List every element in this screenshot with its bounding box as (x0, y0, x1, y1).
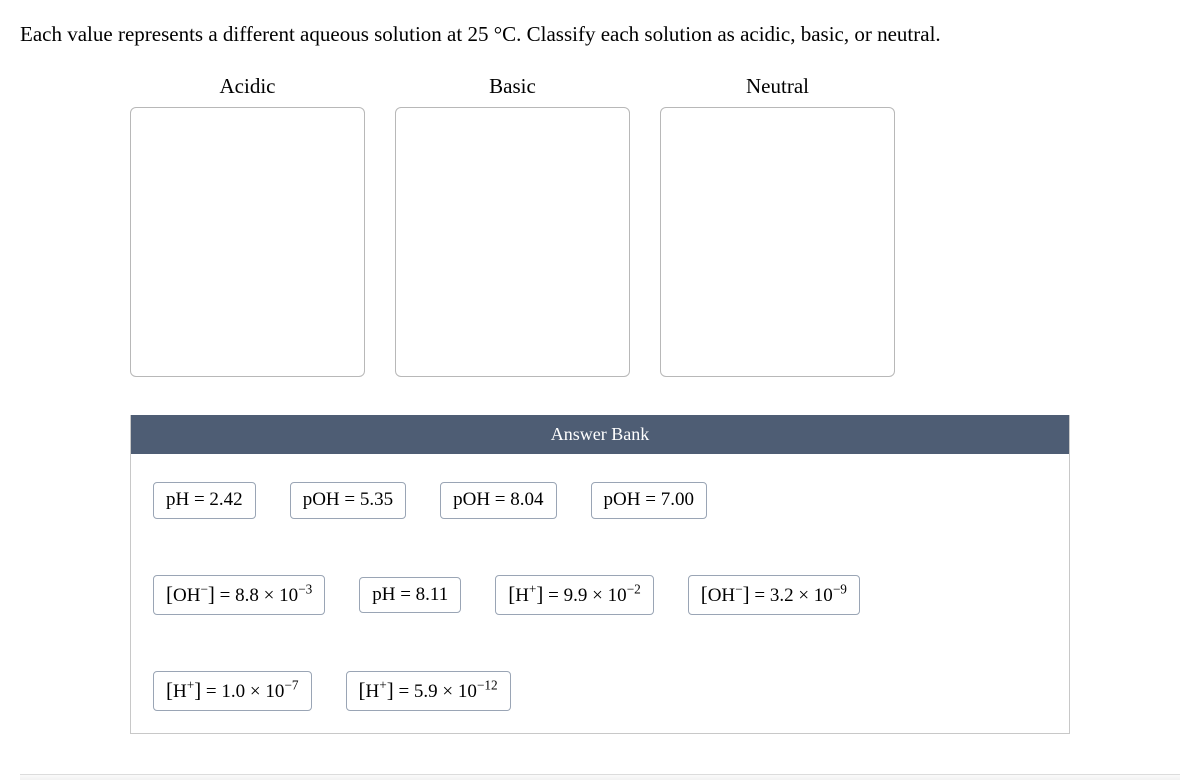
dropzone-basic[interactable] (395, 107, 630, 377)
answer-tile[interactable]: pH = 8.11 (359, 577, 461, 614)
dropzone-neutral[interactable] (660, 107, 895, 377)
answer-tile[interactable]: pOH = 7.00 (591, 482, 707, 519)
answer-tile[interactable]: [H+] = 5.9 × 10−12 (346, 671, 511, 711)
answer-tile[interactable]: [H+] = 9.9 × 10−2 (495, 575, 654, 615)
category-basic: Basic (395, 74, 630, 377)
answer-tile[interactable]: pH = 2.42 (153, 482, 256, 519)
answer-bank: Answer Bank pH = 2.42 pOH = 5.35 pOH = 8… (130, 415, 1070, 733)
answer-bank-header: Answer Bank (131, 415, 1069, 454)
dropzone-acidic[interactable] (130, 107, 365, 377)
answer-tile[interactable]: [H+] = 1.0 × 10−7 (153, 671, 312, 711)
category-label-basic: Basic (489, 74, 536, 99)
category-neutral: Neutral (660, 74, 895, 377)
answer-tile[interactable]: [OH−] = 8.8 × 10−3 (153, 575, 325, 615)
category-label-acidic: Acidic (220, 74, 276, 99)
category-acidic: Acidic (130, 74, 365, 377)
category-label-neutral: Neutral (746, 74, 809, 99)
footer-divider (20, 774, 1180, 780)
question-text: Each value represents a different aqueou… (20, 20, 1180, 49)
answer-tile[interactable]: pOH = 8.04 (440, 482, 556, 519)
category-row: Acidic Basic Neutral (130, 74, 1180, 377)
answer-tile[interactable]: [OH−] = 3.2 × 10−9 (688, 575, 860, 615)
answer-bank-body: pH = 2.42 pOH = 5.35 pOH = 8.04 pOH = 7.… (131, 454, 1069, 732)
answer-tile[interactable]: pOH = 5.35 (290, 482, 406, 519)
